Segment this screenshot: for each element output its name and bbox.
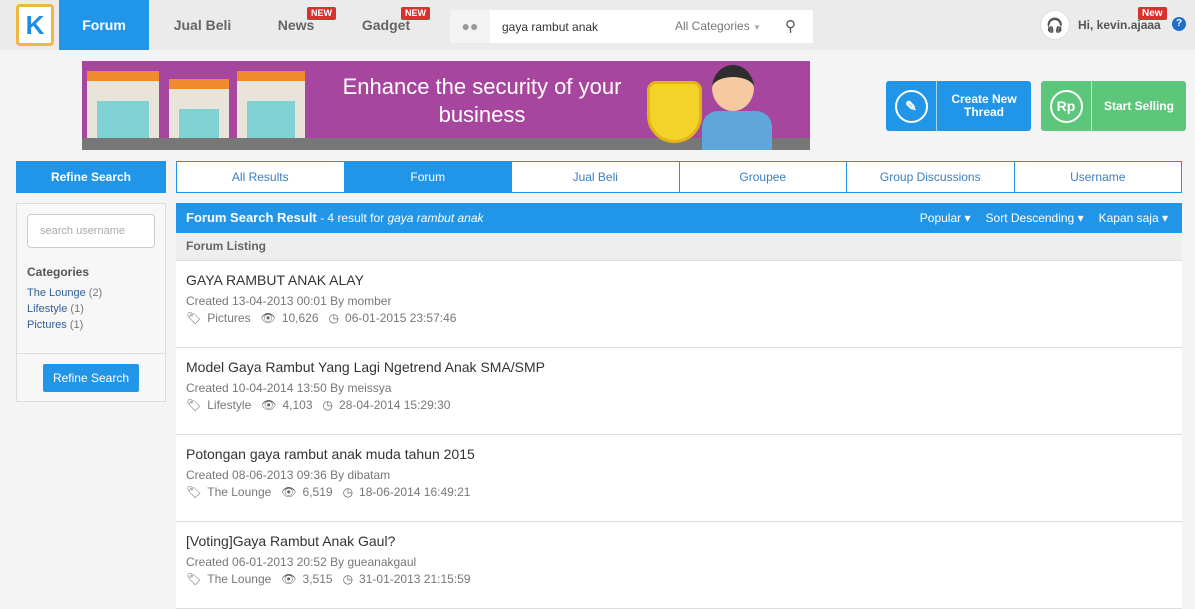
thread-title[interactable]: Potongan gaya rambut anak muda tahun 201… [186,445,1172,463]
avatar[interactable]: 🎧 [1040,10,1070,40]
categories-title: Categories [27,265,90,279]
thread-last-post: ◷ 28-04-2014 15:29:30 [322,398,451,412]
eye-icon: 👁 [281,572,297,586]
results-header: Forum Search Result - 4 result for gaya … [176,203,1182,233]
user-greeting[interactable]: Hi, kevin.ajaaa [1078,18,1161,32]
results-summary: - 4 result for [316,211,388,225]
sort-order-dropdown[interactable]: Sort Descending ▾ [986,203,1084,233]
create-thread-button[interactable]: ✎ Create New Thread [886,81,1031,131]
username-search-input[interactable] [27,214,155,248]
refine-search-header: Refine Search [16,161,166,193]
new-badge: NEW [401,7,430,20]
divider [17,353,165,354]
nav-jual-beli[interactable]: Jual Beli [160,0,245,50]
help-icon[interactable]: ? [1172,17,1186,31]
tab-forum[interactable]: Forum [344,162,512,192]
thread-row: [Voting]Gaya Rambut Anak Gaul? Created 0… [176,522,1182,609]
search-input[interactable] [494,16,704,37]
thread-views: 👁 4,103 [261,398,313,412]
clock-icon: ◷ [342,485,354,499]
category-label: All Categories [675,19,750,33]
new-badge: New [1138,7,1167,20]
thread-meta: Created 13-04-2013 00:01 By momber [186,294,392,308]
thread-category[interactable]: 🏷 The Lounge [186,571,271,588]
kaskus-logo[interactable]: K [16,4,54,46]
forum-listing-header: Forum Listing [176,233,1182,261]
thread-title[interactable]: Model Gaya Rambut Yang Lagi Ngetrend Ana… [186,358,1172,376]
tab-group-discussions[interactable]: Group Discussions [847,162,1015,192]
promo-banner[interactable]: Enhance the security of your business [82,61,810,150]
tab-all-results[interactable]: All Results [177,162,345,192]
tab-username[interactable]: Username [1015,162,1182,192]
thread-row: GAYA RAMBUT ANAK ALAY Created 13-04-2013… [176,261,1182,348]
thread-title[interactable]: GAYA RAMBUT ANAK ALAY [186,271,1172,289]
eye-icon: 👁 [260,311,276,325]
banner-text: Enhance the security of your business [342,74,622,127]
tags-icon: 🏷 [186,311,202,325]
start-selling-button[interactable]: Rp Start Selling [1041,81,1186,131]
thread-views: 👁 10,626 [260,311,319,325]
tab-jual-beli[interactable]: Jual Beli [512,162,680,192]
time-filter-dropdown[interactable]: Kapan saja ▾ [1099,203,1168,233]
thread-meta: Created 08-06-2013 09:36 By dibatam [186,468,391,482]
thread-last-post: ◷ 18-06-2014 16:49:21 [342,485,471,499]
tags-icon: 🏷 [186,398,202,412]
category-item[interactable]: Pictures (1) [27,317,102,333]
refine-sidebar: Categories The Lounge (2) Lifestyle (1) … [16,203,166,402]
thread-last-post: ◷ 31-01-2013 21:15:59 [342,572,471,586]
shop-illustration [169,79,229,147]
clock-icon: ◷ [328,311,340,325]
shield-icon [647,81,702,143]
category-dropdown[interactable]: All Categories ▼ [675,10,761,44]
pencil-icon: ✎ [894,89,928,123]
results-title: Forum Search Result [186,210,317,225]
search-icon[interactable]: ⚲ [785,10,796,43]
clock-icon: ◷ [322,398,334,412]
person-illustration [697,61,777,150]
thread-meta: Created 06-01-2013 20:52 By gueanakgaul [186,555,417,569]
thread-title[interactable]: [Voting]Gaya Rambut Anak Gaul? [186,532,1172,550]
thread-row: Model Gaya Rambut Yang Lagi Ngetrend Ana… [176,348,1182,435]
thread-category[interactable]: 🏷 Pictures [186,310,251,327]
tags-icon: 🏷 [186,485,202,499]
chat-bubbles-icon: ●● [450,10,490,43]
thread-views: 👁 6,519 [281,485,333,499]
search-bar: ●● All Categories ▼ ⚲ [450,10,813,43]
result-tabs: All Results Forum Jual Beli Groupee Grou… [176,161,1182,193]
tags-icon: 🏷 [186,572,202,586]
eye-icon: 👁 [281,485,297,499]
sort-popular-dropdown[interactable]: Popular ▾ [920,203,971,233]
nav-forum[interactable]: Forum [59,0,149,50]
eye-icon: 👁 [261,398,277,412]
category-item[interactable]: Lifestyle (1) [27,301,102,317]
thread-views: 👁 3,515 [281,572,333,586]
results-query: gaya rambut anak [387,211,484,225]
clock-icon: ◷ [342,572,354,586]
tab-groupee[interactable]: Groupee [680,162,847,192]
thread-row: Potongan gaya rambut anak muda tahun 201… [176,435,1182,522]
thread-category[interactable]: 🏷 Lifestyle [186,397,251,414]
thread-last-post: ◷ 06-01-2015 23:57:46 [328,311,457,325]
start-selling-label: Start Selling [1103,98,1174,113]
thread-category[interactable]: 🏷 The Lounge [186,484,271,501]
category-item[interactable]: The Lounge (2) [27,285,102,301]
thread-meta: Created 10-04-2014 13:50 By meissya [186,381,392,395]
create-thread-label: Create New Thread [951,92,1017,119]
refine-search-button[interactable]: Refine Search [43,364,139,392]
new-badge: NEW [307,7,336,20]
rupiah-icon: Rp [1049,89,1083,123]
categories-list: Categories The Lounge (2) Lifestyle (1) … [27,265,102,333]
